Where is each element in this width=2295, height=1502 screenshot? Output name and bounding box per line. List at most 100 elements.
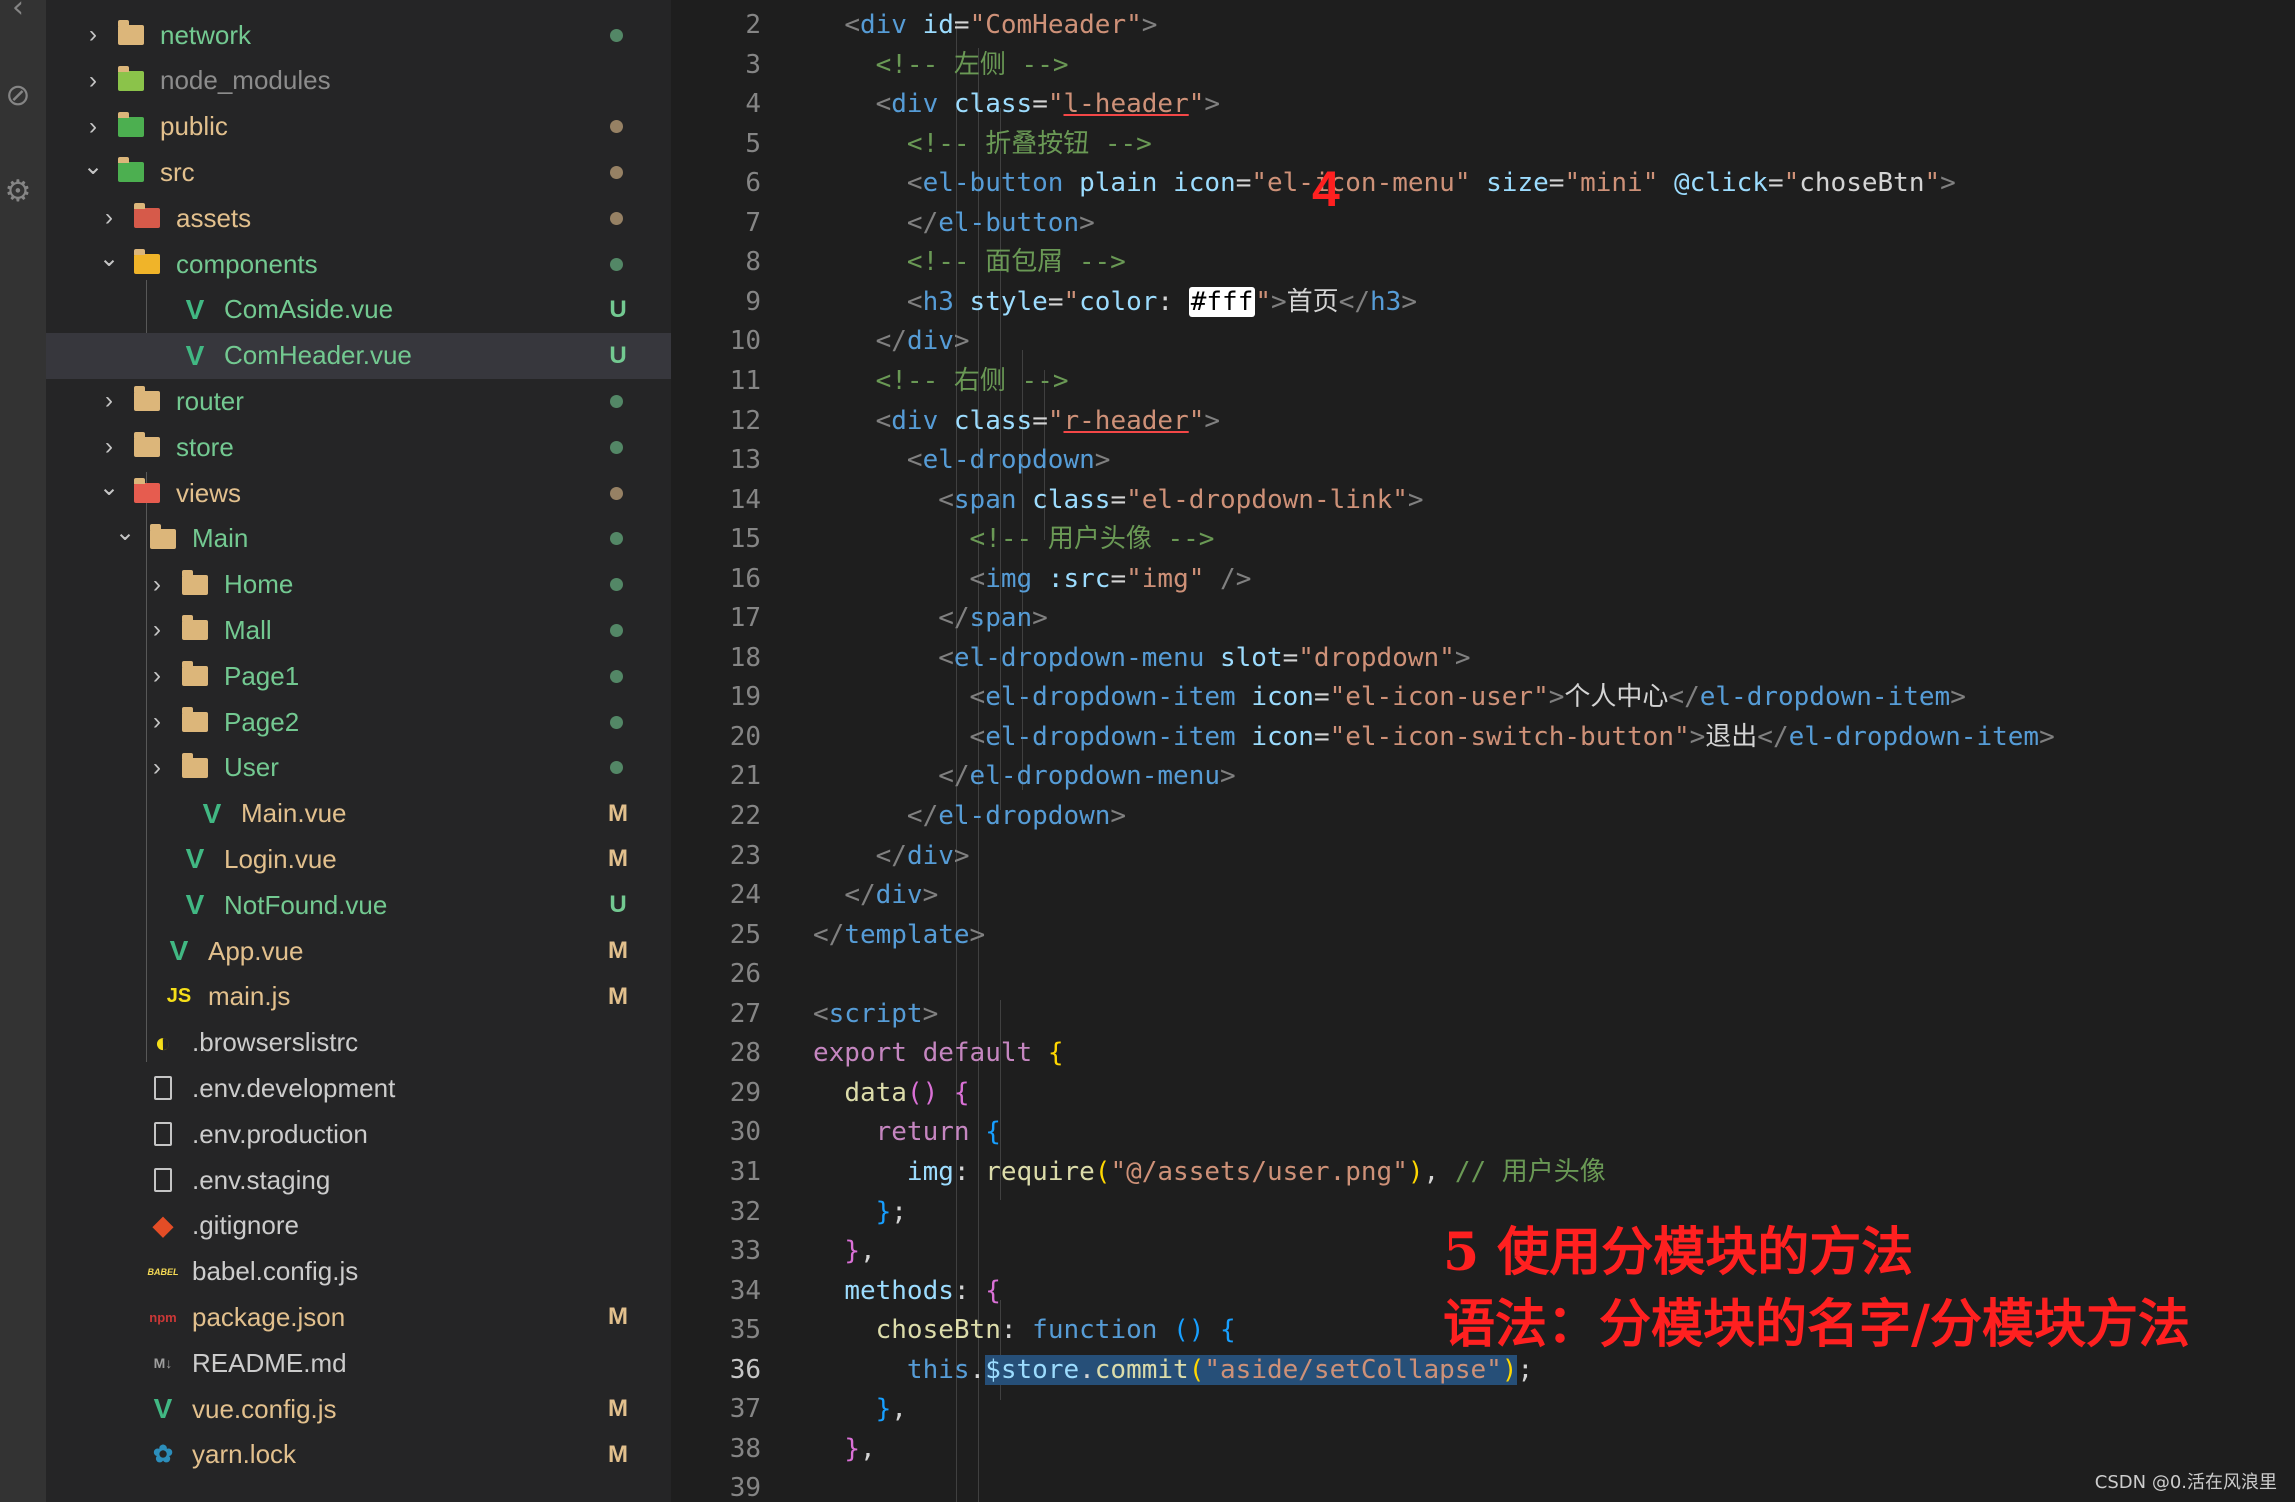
- chevron-down-icon[interactable]: ⌄: [82, 153, 104, 180]
- tree-item-comheader-vue[interactable]: ›VComHeader.vueU: [46, 332, 671, 379]
- tree-item-router[interactable]: › router: [46, 378, 671, 424]
- tree-item-assets[interactable]: › assets: [46, 195, 671, 241]
- chevron-down-icon[interactable]: ⌄: [98, 245, 120, 272]
- tree-item-label: README.md: [192, 1347, 347, 1378]
- code-line[interactable]: 15 <!-- 用户头像 -->: [671, 520, 2295, 559]
- code-line[interactable]: 25 </template>: [671, 916, 2295, 955]
- chevron-right-icon[interactable]: ›: [82, 67, 104, 94]
- tree-item-views[interactable]: ⌄ views: [46, 470, 671, 516]
- line-number: 19: [729, 682, 761, 713]
- code-line[interactable]: 19 <el-dropdown-item icon="el-icon-user"…: [671, 678, 2295, 717]
- code-line[interactable]: 37 },: [671, 1390, 2295, 1429]
- chevron-right-icon[interactable]: ›: [98, 204, 120, 231]
- line-number: 28: [729, 1038, 761, 1069]
- code-line[interactable]: 5 <!-- 折叠按钮 -->: [671, 125, 2295, 164]
- chevron-right-icon[interactable]: ›: [146, 708, 168, 735]
- tree-item-mall[interactable]: › Mall: [46, 607, 671, 653]
- tree-item-readme-md[interactable]: ›M↓README.md: [46, 1340, 671, 1386]
- line-number: 33: [729, 1236, 761, 1267]
- chevron-right-icon[interactable]: ›: [146, 662, 168, 689]
- gear-icon[interactable]: ⚙: [4, 177, 32, 207]
- code-line[interactable]: 27 <script>: [671, 995, 2295, 1034]
- back-arrow-icon[interactable]: ‹: [4, 0, 32, 23]
- tree-item-public[interactable]: › public: [46, 104, 671, 150]
- tree-item-src[interactable]: ⌄ src: [46, 149, 671, 195]
- code-line[interactable]: 6 <el-button plain icon="el-icon-menu" s…: [671, 164, 2295, 203]
- code-line[interactable]: 11 <!-- 右侧 -->: [671, 362, 2295, 401]
- chevron-right-icon[interactable]: ›: [82, 113, 104, 140]
- tree-item-comaside-vue[interactable]: ›VComAside.vueU: [46, 287, 671, 333]
- tree-item-env-staging[interactable]: ›.env.staging: [46, 1157, 671, 1203]
- code-token: h3: [1370, 286, 1402, 317]
- code-line[interactable]: 10 </div>: [671, 322, 2295, 361]
- tree-item-yarn-lock[interactable]: ›✿yarn.lockM: [46, 1432, 671, 1478]
- chevron-down-icon[interactable]: ⌄: [98, 474, 120, 501]
- code-token: </: [813, 919, 845, 950]
- tree-item-vue-config-js[interactable]: ›Vvue.config.jsM: [46, 1386, 671, 1432]
- code-line[interactable]: 17 </span>: [671, 599, 2295, 638]
- code-line[interactable]: 3 <!-- 左侧 -->: [671, 46, 2295, 85]
- tree-item-env-development[interactable]: ›.env.development: [46, 1065, 671, 1111]
- code-line[interactable]: 30 return {: [671, 1113, 2295, 1152]
- chevron-right-icon[interactable]: ›: [146, 571, 168, 598]
- code-line[interactable]: 20 <el-dropdown-item icon="el-icon-switc…: [671, 718, 2295, 757]
- tree-item-env-production[interactable]: ›.env.production: [46, 1111, 671, 1157]
- tree-item-babel-config-js[interactable]: ›BABELbabel.config.js: [46, 1249, 671, 1295]
- code-line[interactable]: 14 <span class="el-dropdown-link">: [671, 481, 2295, 520]
- tree-item-package-json[interactable]: ›npmpackage.jsonM: [46, 1294, 671, 1340]
- code-line[interactable]: 13 <el-dropdown>: [671, 441, 2295, 480]
- code-line[interactable]: 12 <div class="r-header">: [671, 402, 2295, 441]
- tree-item-components[interactable]: ⌄ components: [46, 241, 671, 287]
- chevron-right-icon[interactable]: ›: [98, 387, 120, 414]
- tree-item-page2[interactable]: › Page2: [46, 699, 671, 745]
- code-line[interactable]: 26: [671, 955, 2295, 994]
- code-token: ;: [1517, 1354, 1534, 1385]
- line-number: 2: [745, 10, 761, 40]
- tree-item-node-modules[interactable]: › node_modules: [46, 58, 671, 104]
- code-line[interactable]: 18 <el-dropdown-menu slot="dropdown">: [671, 639, 2295, 678]
- tree-item-store[interactable]: › store: [46, 424, 671, 470]
- code-line[interactable]: 7 </el-button>: [671, 204, 2295, 243]
- chevron-right-icon[interactable]: ›: [98, 433, 120, 460]
- tree-item-app-vue[interactable]: ›VApp.vueM: [46, 928, 671, 974]
- code-line[interactable]: 23 </div>: [671, 837, 2295, 876]
- code-line[interactable]: 38 },: [671, 1430, 2295, 1469]
- code-line[interactable]: 4 <div class="l-header">: [671, 85, 2295, 124]
- code-line[interactable]: 29 data() {: [671, 1074, 2295, 1113]
- remote-icon[interactable]: ⊘: [4, 81, 32, 111]
- code-token: >: [1079, 207, 1095, 238]
- tree-item-notfound-vue[interactable]: ›VNotFound.vueU: [46, 882, 671, 928]
- line-number: 15: [729, 524, 761, 555]
- tree-item-login-vue[interactable]: ›VLogin.vueM: [46, 836, 671, 882]
- chevron-right-icon[interactable]: ›: [82, 21, 104, 48]
- tree-item-label: router: [176, 385, 244, 416]
- code-line[interactable]: 39: [671, 1469, 2295, 1502]
- tree-item-network[interactable]: › network: [46, 12, 671, 58]
- chevron-right-icon[interactable]: ›: [146, 754, 168, 781]
- line-number: 5: [745, 128, 761, 159]
- code-line[interactable]: 8 <!-- 面包屑 -->: [671, 243, 2295, 282]
- code-line[interactable]: 9 <h3 style="color: #fff">首页</h3>: [671, 283, 2295, 322]
- tree-item-main[interactable]: ⌄ Main: [46, 516, 671, 562]
- activity-bar: ‹ ⊘ ⚙: [0, 0, 46, 1502]
- code-line[interactable]: 2 <div id="ComHeader">: [671, 6, 2295, 45]
- tree-item-home[interactable]: › Home: [46, 562, 671, 608]
- code-line[interactable]: 16 <img :src="img" />: [671, 560, 2295, 599]
- tree-item-main-js[interactable]: ›JSmain.jsM: [46, 974, 671, 1020]
- code-line[interactable]: 21 </el-dropdown-menu>: [671, 757, 2295, 796]
- code-token: "mini": [1564, 168, 1659, 199]
- git-status-dot: [610, 120, 623, 134]
- code-content: <!-- 左侧 -->: [813, 46, 1069, 85]
- code-line[interactable]: 28 export default {: [671, 1034, 2295, 1073]
- tree-item-user[interactable]: › User: [46, 745, 671, 791]
- tree-item-browserslistrc[interactable]: ›◐.browserslistrc: [46, 1020, 671, 1066]
- tree-item-page1[interactable]: › Page1: [46, 653, 671, 699]
- code-line[interactable]: 31 img: require("@/assets/user.png"), //…: [671, 1153, 2295, 1192]
- chevron-down-icon[interactable]: ⌄: [114, 519, 136, 546]
- chevron-right-icon[interactable]: ›: [146, 616, 168, 643]
- code-line[interactable]: 24 </div>: [671, 876, 2295, 915]
- tree-item-main-vue[interactable]: ›VMain.vueM: [46, 791, 671, 837]
- code-line[interactable]: 22 </el-dropdown>: [671, 797, 2295, 836]
- tree-item-gitignore[interactable]: ›◆.gitignore: [46, 1203, 671, 1249]
